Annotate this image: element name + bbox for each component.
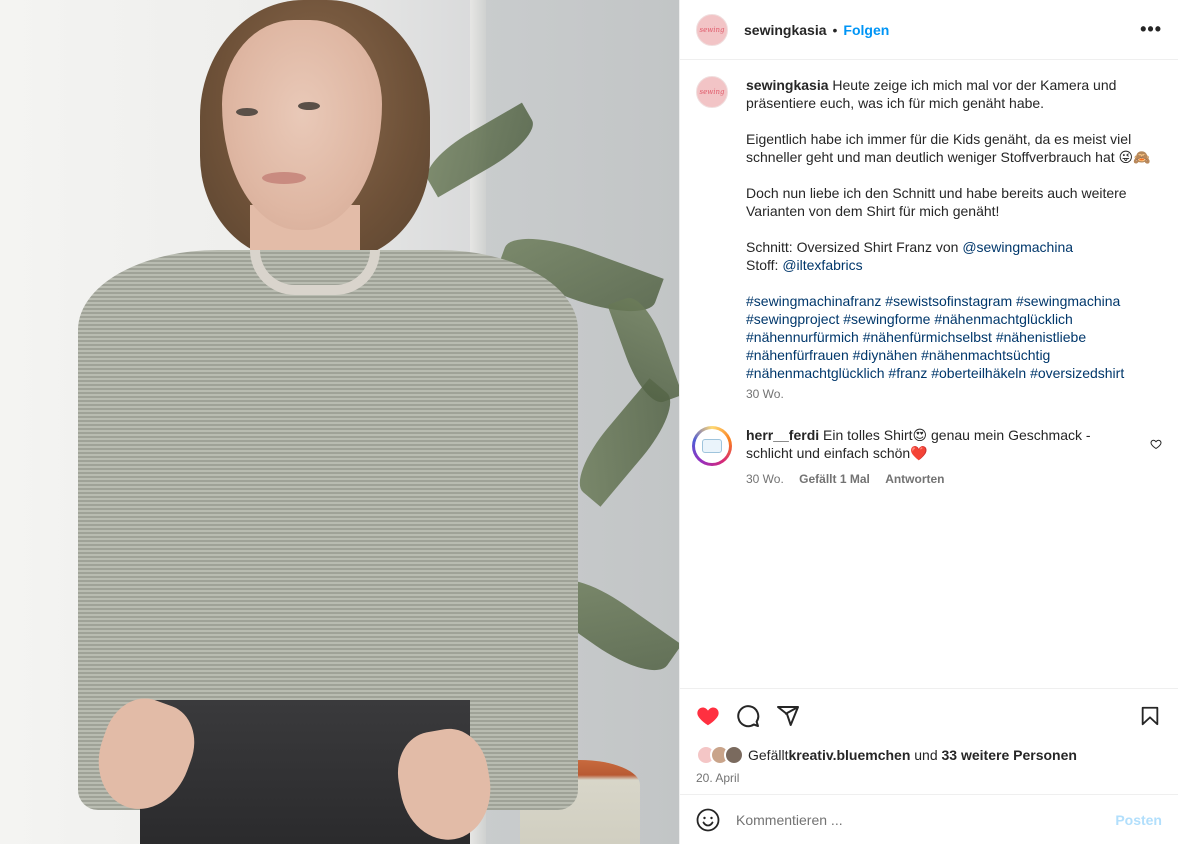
- caption-paragraph: sewingkasia Heute zeige ich mich mal vor…: [746, 76, 1162, 112]
- comment-text-line: herr__ferdi Ein tolles Shirt😍 genau mein…: [746, 426, 1114, 462]
- stoff-label: Stoff:: [746, 257, 783, 273]
- first-liker-link[interactable]: kreativ.bluemchen: [788, 747, 910, 763]
- author-username[interactable]: sewingkasia: [744, 22, 827, 38]
- likes-summary: Gefällt kreativ.bluemchen und 33 weitere…: [696, 745, 1162, 765]
- action-icons: [696, 701, 1162, 731]
- post-date[interactable]: 20. April: [696, 771, 1162, 785]
- header-separator: •: [832, 21, 838, 38]
- caption-time[interactable]: 30 Wo.: [746, 386, 1162, 402]
- liker-avatar: [724, 745, 744, 765]
- liker-avatars[interactable]: [696, 745, 744, 765]
- likes-middle: und: [910, 747, 942, 763]
- avatar-text: sewing: [699, 25, 725, 34]
- heart-filled-icon[interactable]: [696, 704, 720, 728]
- more-icon[interactable]: •••: [1140, 19, 1162, 40]
- emoji-smiley-icon[interactable]: [696, 808, 720, 832]
- schnitt-label: Schnitt: Oversized Shirt Franz von: [746, 239, 963, 255]
- add-comment-bar: Posten: [680, 794, 1178, 844]
- other-likers-link[interactable]: 33 weitere Personen: [942, 747, 1077, 763]
- post-comment-button[interactable]: Posten: [1115, 812, 1162, 828]
- comment-icon[interactable]: [736, 704, 760, 728]
- share-icon[interactable]: [776, 704, 800, 728]
- comment-meta: 30 Wo. Gefällt 1 Mal Antworten: [746, 470, 1114, 488]
- photo-eye: [298, 102, 320, 110]
- avatar-image: [702, 439, 722, 453]
- post-header: sewing sewingkasia • Folgen •••: [680, 0, 1178, 60]
- caption-body: sewingkasia Heute zeige ich mich mal vor…: [746, 76, 1162, 402]
- caption-credits: Schnitt: Oversized Shirt Franz von @sewi…: [746, 238, 1162, 274]
- comment-time[interactable]: 30 Wo.: [746, 472, 784, 486]
- author-avatar[interactable]: sewing: [696, 13, 728, 46]
- caption-avatar[interactable]: sewing: [696, 76, 728, 108]
- comments-area[interactable]: sewing sewingkasia Heute zeige ich mich …: [680, 60, 1178, 688]
- photo-eye: [236, 108, 258, 116]
- caption-username[interactable]: sewingkasia: [746, 77, 829, 93]
- caption: sewing sewingkasia Heute zeige ich mich …: [696, 76, 1162, 402]
- bookmark-icon[interactable]: [1138, 704, 1162, 728]
- post-sidebar: sewing sewingkasia • Folgen ••• sewing s…: [679, 0, 1178, 844]
- caption-paragraph: Doch nun liebe ich den Schnitt und habe …: [746, 185, 1127, 219]
- avatar-inner: [695, 429, 729, 463]
- caption-hashtags[interactable]: #sewingmachinafranz #sewistsofinstagram …: [746, 292, 1162, 382]
- likes-prefix: Gefällt: [748, 747, 789, 763]
- comment-body: herr__ferdi Ein tolles Shirt😍 genau mein…: [746, 426, 1114, 488]
- follow-button[interactable]: Folgen: [843, 22, 889, 38]
- comment-item: herr__ferdi Ein tolles Shirt😍 genau mein…: [692, 426, 1162, 488]
- caption-paragraph: Eigentlich habe ich immer für die Kids g…: [746, 131, 1151, 165]
- action-bar: Gefällt kreativ.bluemchen und 33 weitere…: [680, 688, 1178, 794]
- photo-lips: [262, 172, 306, 184]
- comment-likes[interactable]: Gefällt 1 Mal: [799, 472, 870, 486]
- commenter-username[interactable]: herr__ferdi: [746, 427, 819, 443]
- commenter-avatar[interactable]: [692, 426, 732, 466]
- heart-outline-icon[interactable]: [1150, 438, 1162, 453]
- post-photo[interactable]: [0, 0, 679, 844]
- comment-input[interactable]: [736, 811, 1116, 828]
- post-dialog: sewing sewingkasia • Folgen ••• sewing s…: [0, 0, 1178, 844]
- avatar-text: sewing: [699, 88, 725, 96]
- mention-link[interactable]: @sewingmachina: [962, 239, 1073, 255]
- mention-link[interactable]: @iltexfabrics: [782, 257, 862, 273]
- reply-button[interactable]: Antworten: [885, 472, 944, 486]
